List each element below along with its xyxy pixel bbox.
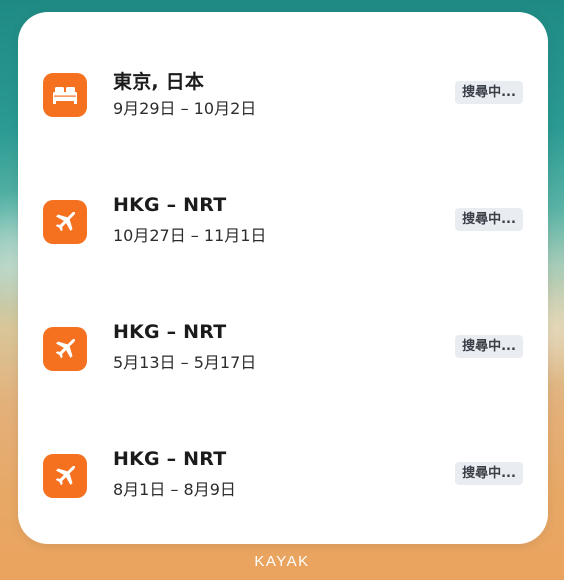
- plane-icon: [43, 200, 87, 244]
- status-badge: 搜尋中...: [455, 208, 523, 231]
- trip-dates: 9月29日 – 10月2日: [113, 99, 257, 118]
- trip-title: HKG – NRT: [113, 321, 227, 343]
- bed-icon: [43, 73, 87, 117]
- trip-title: HKG – NRT: [113, 448, 227, 470]
- trip-title: HKG – NRT: [113, 194, 227, 216]
- plane-icon: [43, 454, 87, 498]
- plane-icon: [43, 327, 87, 371]
- trip-title: 東京, 日本: [113, 71, 205, 93]
- widget-brand-label: KAYAK: [254, 553, 310, 570]
- trip-dates: 8月1日 – 8月9日: [113, 480, 236, 499]
- kayak-widget[interactable]: 東京, 日本 9月29日 – 10月2日 搜尋中... HKG – NRT 10…: [18, 12, 548, 544]
- trip-dates: 5月13日 – 5月17日: [113, 353, 257, 372]
- trip-item-tokyo[interactable]: 東京, 日本 9月29日 – 10月2日 搜尋中...: [18, 55, 548, 125]
- trip-item-flight-2[interactable]: HKG – NRT 5月13日 – 5月17日 搜尋中...: [18, 309, 548, 379]
- status-badge: 搜尋中...: [455, 81, 523, 104]
- trip-dates: 10月27日 – 11月1日: [113, 226, 267, 245]
- status-badge: 搜尋中...: [455, 335, 523, 358]
- trip-item-flight-1[interactable]: HKG – NRT 10月27日 – 11月1日 搜尋中...: [18, 182, 548, 252]
- trip-item-flight-3[interactable]: HKG – NRT 8月1日 – 8月9日 搜尋中...: [18, 436, 548, 506]
- status-badge: 搜尋中...: [455, 462, 523, 485]
